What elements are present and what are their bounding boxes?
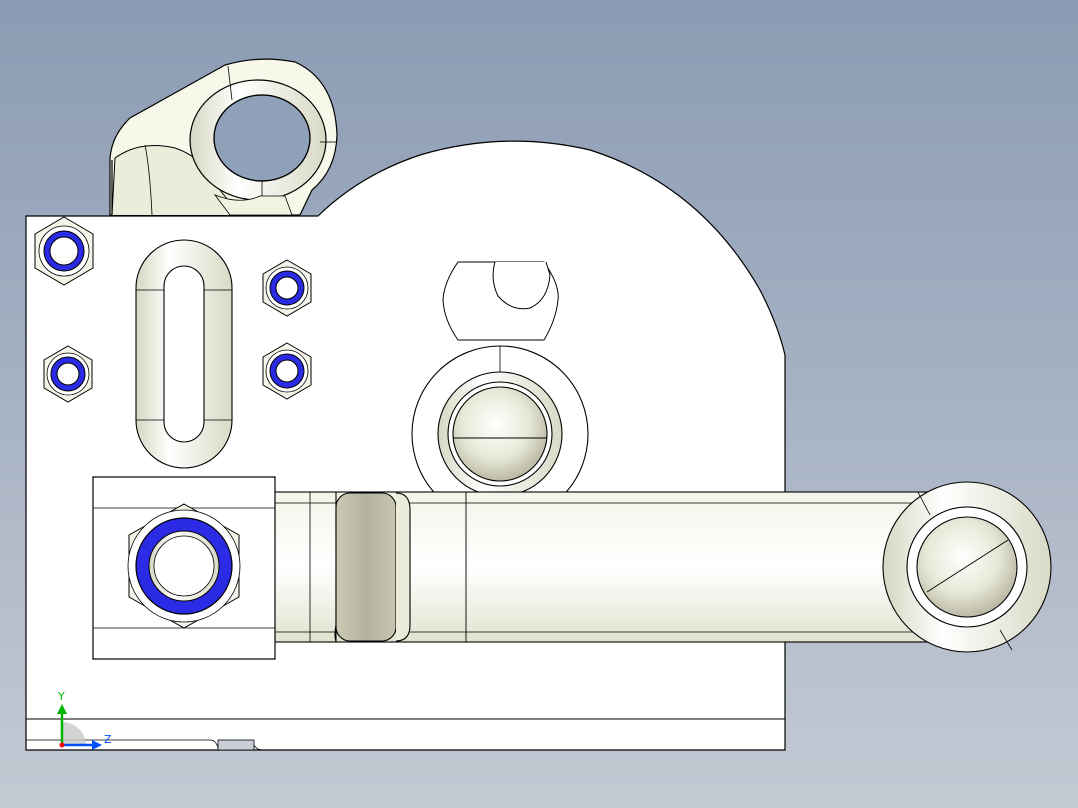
plate-notch [217, 739, 255, 751]
arm-pad [335, 492, 397, 642]
axis-z-label: Z [104, 733, 112, 746]
cad-model-drawing[interactable]: Y Z [0, 0, 1078, 808]
upper-cutout[interactable] [442, 261, 559, 341]
axis-y-label: Y [57, 690, 65, 703]
vertical-slot[interactable] [135, 239, 233, 469]
arm-end-ball-joint[interactable] [882, 481, 1052, 653]
lifting-hook[interactable] [109, 58, 338, 216]
lever-arm[interactable] [271, 491, 963, 643]
cad-viewport[interactable]: Y Z [0, 0, 1078, 808]
